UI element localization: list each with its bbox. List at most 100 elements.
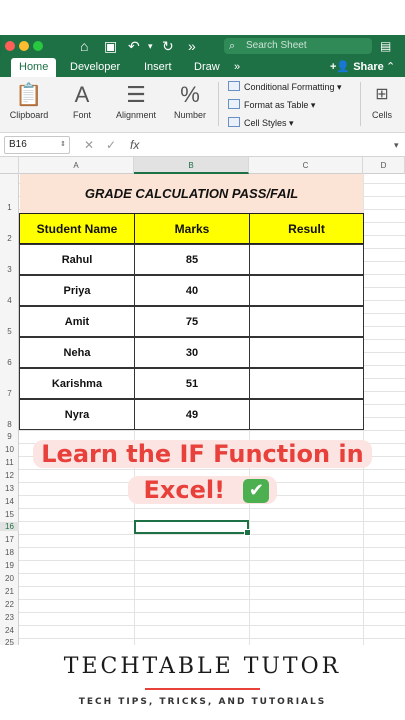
result-cell[interactable] (249, 244, 364, 275)
student-name-cell[interactable]: Rahul (19, 244, 135, 275)
row-header[interactable]: 21 (0, 587, 19, 596)
undo-dropdown-icon[interactable]: ▾ (148, 37, 153, 55)
clipboard-group[interactable]: 📋 Clipboard (6, 80, 52, 120)
close-window-button[interactable] (5, 41, 15, 51)
alignment-group[interactable]: ☰ Alignment (112, 80, 160, 120)
tab-insert[interactable]: Insert (144, 58, 172, 76)
row-header[interactable]: 7 (0, 389, 19, 398)
conditional-formatting-button[interactable]: Conditional Formatting ▾ (228, 80, 342, 94)
table-title[interactable]: GRADE CALCULATION PASS/FAIL (20, 174, 363, 213)
alignment-icon: ☰ (126, 82, 146, 107)
cancel-icon[interactable]: ✕ (84, 137, 94, 153)
row-header[interactable]: 3 (0, 265, 19, 274)
search-placeholder: Search Sheet (246, 40, 307, 51)
name-box[interactable]: B16 ⇕ (4, 136, 70, 154)
student-name-cell[interactable]: Amit (19, 306, 135, 337)
result-cell[interactable] (249, 399, 364, 430)
name-box-value: B16 (9, 139, 27, 150)
tab-developer[interactable]: Developer (70, 58, 120, 76)
search-sheet-input[interactable]: ⌕ Search Sheet (224, 38, 372, 54)
row-header[interactable]: 18 (0, 548, 19, 557)
column-header[interactable]: C (249, 157, 363, 174)
result-cell[interactable] (249, 275, 364, 306)
format-as-table-icon (228, 99, 240, 109)
cells-icon: ⊞ (375, 86, 389, 103)
cell-styles-button[interactable]: Cell Styles ▾ (228, 116, 294, 130)
more-icon[interactable]: » (188, 37, 196, 55)
expand-formula-icon[interactable]: ▾ (394, 137, 399, 153)
result-cell[interactable] (249, 306, 364, 337)
student-name-cell[interactable]: Priya (19, 275, 135, 306)
marks-cell[interactable]: 30 (134, 337, 250, 368)
row-header[interactable]: 16 (0, 522, 19, 531)
top-strip (0, 0, 405, 35)
brand-title: TECHTABLE TUTOR (63, 654, 342, 679)
marks-cell[interactable]: 75 (134, 306, 250, 337)
row-header[interactable]: 20 (0, 574, 19, 583)
clipboard-icon: 📋 (15, 82, 43, 107)
maximize-window-button[interactable] (33, 41, 43, 51)
column-header[interactable]: D (363, 157, 405, 174)
minimize-window-button[interactable] (19, 41, 29, 51)
conditional-formatting-icon (228, 81, 240, 91)
format-as-table-label: Format as Table (244, 100, 309, 110)
marks-cell[interactable]: 85 (134, 244, 250, 275)
row-header[interactable]: 4 (0, 296, 19, 305)
tab-draw[interactable]: Draw (194, 58, 220, 76)
cell-styles-icon (228, 117, 240, 127)
row-header[interactable]: 17 (0, 535, 19, 544)
result-cell[interactable] (249, 368, 364, 399)
marks-cell[interactable]: 49 (134, 399, 250, 430)
confirm-icon[interactable]: ✓ (106, 137, 116, 153)
number-label: Number (173, 110, 206, 120)
cells-group[interactable]: ⊞ Cells (364, 80, 400, 120)
result-cell[interactable] (249, 337, 364, 368)
student-name-cell[interactable]: Neha (19, 337, 135, 368)
number-group[interactable]: % Number (168, 80, 212, 120)
video-caption: Learn the IF Function in Excel! ✔ (0, 436, 405, 508)
header-result[interactable]: Result (249, 213, 364, 244)
row-header[interactable]: 6 (0, 358, 19, 367)
share-button[interactable]: +👤 Share (330, 58, 384, 76)
row-header[interactable]: 24 (0, 626, 19, 635)
font-icon: A (74, 82, 90, 107)
save-icon[interactable]: ▣ (104, 37, 117, 55)
percent-icon: % (180, 82, 200, 107)
row-header[interactable]: 5 (0, 327, 19, 336)
collapse-ribbon-icon[interactable]: ⌃ (386, 58, 395, 76)
header-marks[interactable]: Marks (134, 213, 250, 244)
brand-subtitle: TECH TIPS, TRICKS, AND TUTORIALS (78, 697, 327, 707)
row-header[interactable]: 19 (0, 561, 19, 570)
share-label: Share (353, 61, 384, 73)
cells-label: Cells (371, 110, 392, 120)
column-header[interactable]: A (19, 157, 134, 174)
row-header[interactable]: 2 (0, 234, 19, 243)
home-icon[interactable]: ⌂ (80, 37, 88, 55)
row-header[interactable]: 1 (0, 203, 19, 212)
undo-icon[interactable]: ↶ (128, 37, 140, 55)
add-person-icon: +👤 (330, 61, 351, 73)
more-tabs-icon[interactable]: » (234, 58, 240, 76)
header-student-name[interactable]: Student Name (19, 213, 135, 244)
marks-cell[interactable]: 40 (134, 275, 250, 306)
clipboard-label: Clipboard (9, 110, 49, 120)
active-cell-b16[interactable] (134, 520, 251, 536)
format-as-table-button[interactable]: Format as Table ▾ (228, 98, 315, 112)
column-header[interactable]: B (134, 157, 249, 174)
caption-line-1: Learn the IF Function in (33, 440, 372, 468)
row-header[interactable]: 8 (0, 420, 19, 429)
name-box-stepper-icon: ⇕ (60, 141, 66, 148)
select-all-corner[interactable] (0, 157, 19, 174)
tab-home[interactable]: Home (11, 58, 57, 77)
student-name-cell[interactable]: Karishma (19, 368, 135, 399)
row-header[interactable]: 23 (0, 613, 19, 622)
account-icon[interactable]: ▤ (380, 37, 391, 55)
row-header[interactable]: 15 (0, 510, 19, 519)
row-header[interactable]: 22 (0, 600, 19, 609)
marks-cell[interactable]: 51 (134, 368, 250, 399)
insert-function-button[interactable]: fx (130, 137, 139, 153)
alignment-label: Alignment (115, 110, 157, 120)
redo-icon[interactable]: ↻ (162, 37, 174, 55)
student-name-cell[interactable]: Nyra (19, 399, 135, 430)
font-group[interactable]: A Font (60, 80, 104, 120)
